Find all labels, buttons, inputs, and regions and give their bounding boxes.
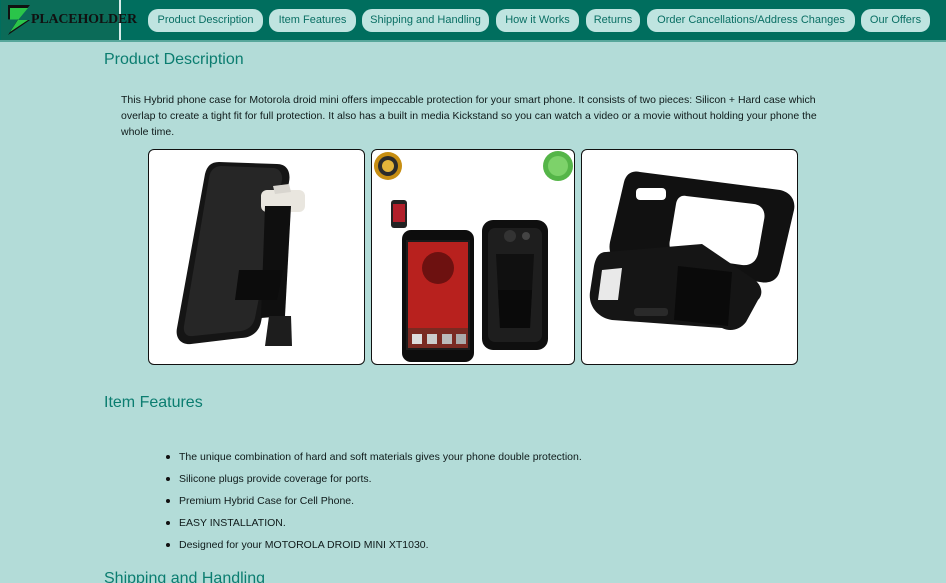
item-features-list: The unique combination of hard and soft … [124, 446, 582, 556]
feature-item: Premium Hybrid Case for Cell Phone. [164, 490, 582, 512]
feature-text: Designed for your MOTOROLA DROID MINI XT… [179, 538, 429, 551]
page: PLACEHOLDER Product Description Item Fea… [0, 0, 946, 583]
phone-kickstand-icon [176, 162, 305, 346]
logo-mark-accent-icon [10, 8, 28, 32]
item-features-heading: Item Features [104, 394, 203, 411]
feature-item: EASY INSTALLATION. [164, 512, 582, 534]
product-image-front-back[interactable] [371, 149, 575, 365]
bullet-icon [166, 454, 170, 459]
top-navigation-bar: PLACEHOLDER Product Description Item Fea… [0, 0, 946, 42]
logo-text: PLACEHOLDER [31, 12, 137, 27]
feature-item: Designed for your MOTOROLA DROID MINI XT… [164, 534, 582, 556]
bullet-icon [166, 520, 170, 525]
feature-text: EASY INSTALLATION. [179, 516, 286, 529]
nav-how-it-works[interactable]: How it Works [496, 9, 579, 32]
product-image-case-pieces[interactable] [581, 149, 798, 365]
bullet-icon [166, 498, 170, 503]
feature-item: Silicone plugs provide coverage for port… [164, 468, 582, 490]
nav-returns[interactable]: Returns [586, 9, 640, 32]
feature-text: Premium Hybrid Case for Cell Phone. [179, 494, 355, 507]
nav-our-offers[interactable]: Our Offers [861, 9, 930, 32]
feature-text: The unique combination of hard and soft … [179, 450, 582, 463]
site-logo[interactable]: PLACEHOLDER [1, 0, 137, 40]
phone-front-back-icon [374, 151, 573, 362]
product-description-text: This Hybrid phone case for Motorola droi… [121, 94, 817, 138]
product-image-kickstand[interactable] [148, 149, 365, 365]
feature-item: The unique combination of hard and soft … [164, 446, 582, 468]
feature-text: Silicone plugs provide coverage for port… [179, 472, 372, 485]
nav-shipping-and-handling[interactable]: Shipping and Handling [362, 9, 489, 32]
shipping-heading: Shipping and Handling [104, 570, 266, 583]
product-description-heading: Product Description [104, 51, 244, 68]
bullet-icon [166, 476, 170, 481]
bullet-icon [166, 542, 170, 547]
nav-product-description[interactable]: Product Description [148, 9, 263, 32]
case-pieces-icon [589, 171, 795, 330]
nav-item-features[interactable]: Item Features [269, 9, 356, 32]
nav-order-cancellations[interactable]: Order Cancellations/Address Changes [647, 9, 855, 32]
